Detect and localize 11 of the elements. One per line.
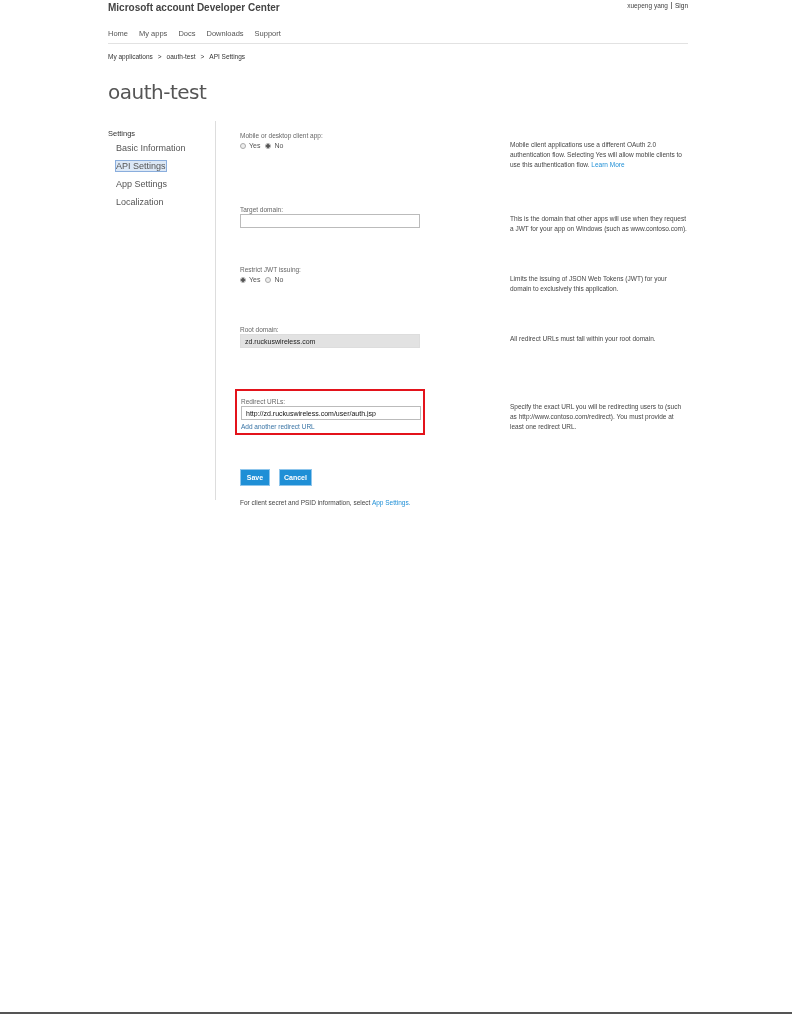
page-title: oauth-test [108, 80, 208, 106]
radio-button[interactable] [265, 276, 272, 283]
sidebar-item[interactable]: App Settings [115, 178, 169, 190]
sidebar-item[interactable]: Localization [115, 196, 165, 208]
radio-button[interactable] [240, 142, 246, 149]
sidebar-item[interactable]: Basic Information [115, 142, 187, 154]
input-field[interactable] [240, 214, 420, 228]
radio-button[interactable] [240, 276, 246, 283]
site-title: Microsoft account Developer Center [108, 2, 280, 13]
radio-button[interactable] [265, 142, 272, 149]
sidebar-item[interactable]: API Settings [115, 160, 167, 172]
